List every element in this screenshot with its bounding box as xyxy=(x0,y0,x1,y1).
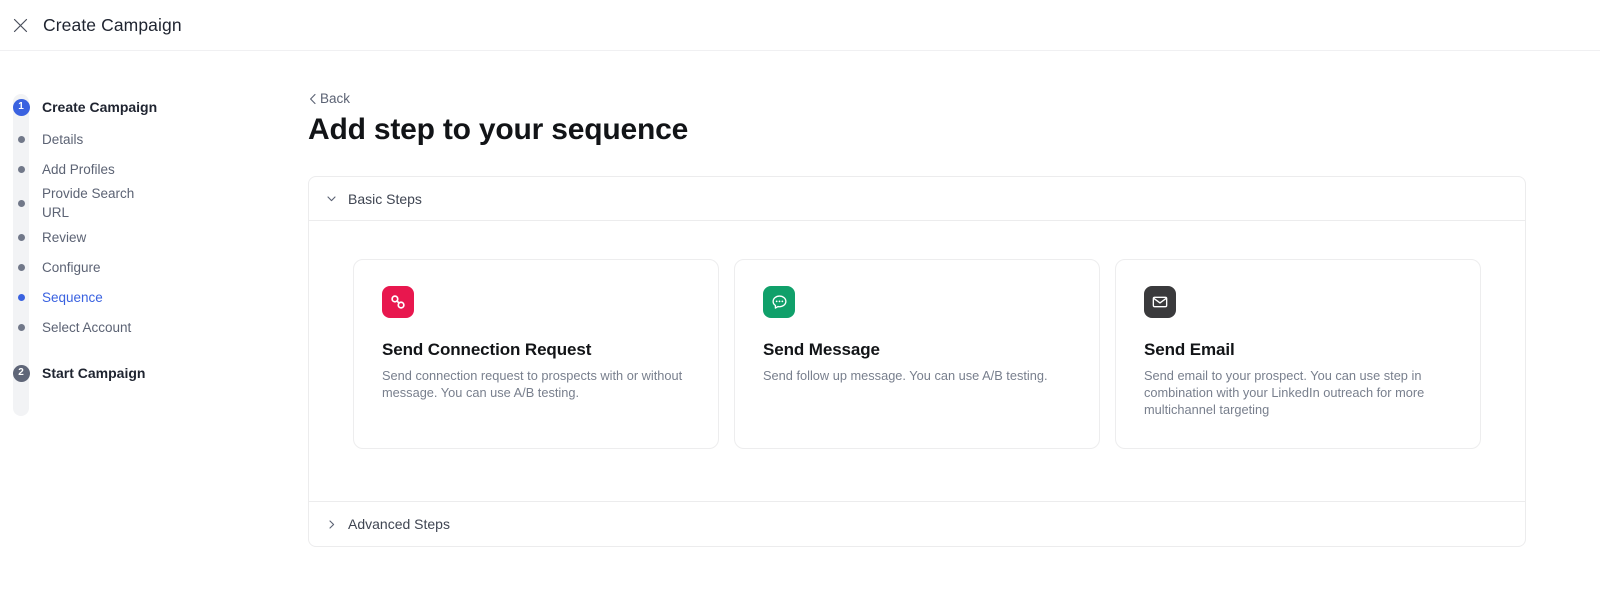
step-number-badge: 2 xyxy=(12,364,30,382)
step-marker xyxy=(0,233,42,241)
step-marker xyxy=(0,135,42,143)
step-marker: 1 xyxy=(0,98,42,116)
step-marker xyxy=(0,165,42,173)
steps-panel: Basic Steps Send Connection Request Send… xyxy=(308,176,1526,547)
sidebar-item-label: Select Account xyxy=(42,319,132,335)
sidebar: 1 Create Campaign Details Add Profiles P… xyxy=(0,51,290,611)
section-header-basic-steps[interactable]: Basic Steps xyxy=(309,177,1525,221)
app-header: Create Campaign xyxy=(0,0,1600,51)
sidebar-item-sequence[interactable]: Sequence xyxy=(0,282,290,312)
sidebar-step-label: Create Campaign xyxy=(42,98,158,115)
chevron-left-icon xyxy=(308,93,318,105)
section-title: Advanced Steps xyxy=(348,516,450,532)
step-dot-icon xyxy=(17,293,25,301)
campaign-stepper: 1 Create Campaign Details Add Profiles P… xyxy=(0,90,290,416)
sidebar-item-add-profiles[interactable]: Add Profiles xyxy=(0,154,290,184)
card-send-email[interactable]: Send Email Send email to your prospect. … xyxy=(1115,259,1481,449)
card-send-connection-request[interactable]: Send Connection Request Send connection … xyxy=(353,259,719,449)
section-header-advanced-steps[interactable]: Advanced Steps xyxy=(309,502,1525,546)
card-description: Send follow up message. You can use A/B … xyxy=(763,368,1048,383)
page-title-header: Create Campaign xyxy=(43,14,182,35)
step-number-badge: 1 xyxy=(12,98,30,116)
step-marker xyxy=(0,323,42,331)
sidebar-item-label: Sequence xyxy=(42,289,103,305)
sidebar-step-start-campaign[interactable]: 2 Start Campaign xyxy=(0,356,290,390)
main-content: Back Add step to your sequence Basic Ste… xyxy=(290,51,1600,611)
sidebar-item-label: Review xyxy=(42,229,87,245)
step-dot-icon xyxy=(17,165,25,173)
envelope-icon xyxy=(1144,286,1176,318)
chevron-right-icon xyxy=(325,518,338,531)
section-title: Basic Steps xyxy=(348,190,422,207)
basic-steps-cards-area: Send Connection Request Send connection … xyxy=(309,221,1525,502)
step-dot-icon xyxy=(17,323,25,331)
cards-row: Send Connection Request Send connection … xyxy=(353,259,1481,449)
step-dot-icon xyxy=(17,233,25,241)
step-marker xyxy=(0,199,42,207)
step-marker: 2 xyxy=(0,364,42,382)
sidebar-item-details[interactable]: Details xyxy=(0,124,290,154)
sidebar-item-label: Details xyxy=(42,131,84,147)
sidebar-step-create-campaign[interactable]: 1 Create Campaign xyxy=(0,90,290,124)
step-dot-icon xyxy=(17,135,25,143)
back-button[interactable]: Back xyxy=(308,91,350,106)
close-icon[interactable] xyxy=(9,14,31,36)
sidebar-item-review[interactable]: Review xyxy=(0,222,290,252)
step-marker xyxy=(0,263,42,271)
sidebar-item-label: Add Profiles xyxy=(42,161,115,177)
card-title: Send Email xyxy=(1144,340,1235,359)
step-dot-icon xyxy=(17,263,25,271)
card-title: Send Message xyxy=(763,340,880,359)
sidebar-item-configure[interactable]: Configure xyxy=(0,252,290,282)
card-send-message[interactable]: Send Message Send follow up message. You… xyxy=(734,259,1100,449)
chevron-down-icon xyxy=(325,192,338,205)
sidebar-item-label: Provide Search URL xyxy=(42,186,135,220)
stepper-spacer xyxy=(0,342,290,356)
sidebar-item-label: Configure xyxy=(42,259,101,275)
card-description: Send email to your prospect. You can use… xyxy=(1144,368,1425,417)
card-description: Send connection request to prospects wit… xyxy=(382,368,683,400)
step-dot-icon xyxy=(17,199,25,207)
card-title: Send Connection Request xyxy=(382,340,592,359)
sidebar-step-label: Start Campaign xyxy=(42,364,146,381)
back-label: Back xyxy=(320,91,351,106)
step-marker xyxy=(0,293,42,301)
sidebar-item-provide-search-url[interactable]: Provide Search URL xyxy=(0,184,290,222)
page-heading: Add step to your sequence xyxy=(308,113,689,146)
chat-bubble-icon xyxy=(763,286,795,318)
sidebar-item-select-account[interactable]: Select Account xyxy=(0,312,290,342)
link-chain-icon xyxy=(382,286,414,318)
